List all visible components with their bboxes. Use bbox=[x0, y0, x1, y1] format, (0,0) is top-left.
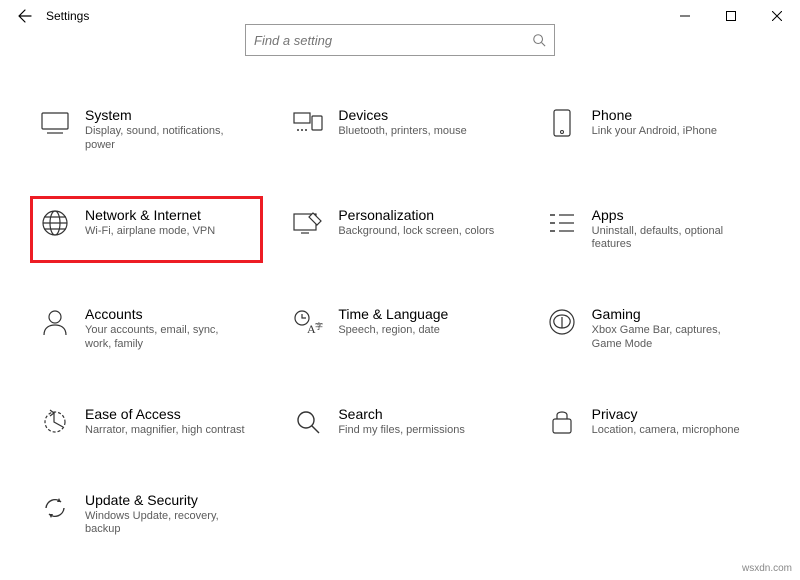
card-privacy[interactable]: Privacy Location, camera, microphone bbox=[537, 395, 770, 449]
back-arrow-icon bbox=[17, 8, 33, 24]
card-title: Privacy bbox=[592, 406, 740, 422]
card-desc: Display, sound, notifications, power bbox=[85, 125, 245, 153]
card-desc: Speech, region, date bbox=[338, 324, 448, 338]
card-title: Gaming bbox=[592, 306, 752, 322]
card-title: Devices bbox=[338, 107, 466, 123]
card-system[interactable]: System Display, sound, notifications, po… bbox=[30, 96, 263, 164]
card-personalization[interactable]: Personalization Background, lock screen,… bbox=[283, 196, 516, 264]
window-title: Settings bbox=[46, 9, 89, 23]
maximize-button[interactable] bbox=[708, 1, 754, 31]
update-security-icon bbox=[39, 492, 71, 524]
card-time-language[interactable]: A字 Time & Language Speech, region, date bbox=[283, 295, 516, 363]
card-desc: Xbox Game Bar, captures, Game Mode bbox=[592, 324, 752, 352]
gaming-icon bbox=[546, 306, 578, 338]
card-title: Apps bbox=[592, 207, 752, 223]
personalization-icon bbox=[292, 207, 324, 239]
card-title: Phone bbox=[592, 107, 717, 123]
watermark: wsxdn.com bbox=[742, 563, 792, 574]
card-desc: Wi-Fi, airplane mode, VPN bbox=[85, 225, 215, 239]
minimize-icon bbox=[680, 11, 690, 21]
close-icon bbox=[772, 11, 782, 21]
svg-text:字: 字 bbox=[315, 321, 323, 331]
card-title: Time & Language bbox=[338, 306, 448, 322]
card-title: Search bbox=[338, 406, 465, 422]
card-desc: Narrator, magnifier, high contrast bbox=[85, 424, 245, 438]
accounts-icon bbox=[39, 306, 71, 338]
card-gaming[interactable]: Gaming Xbox Game Bar, captures, Game Mod… bbox=[537, 295, 770, 363]
card-desc: Find my files, permissions bbox=[338, 424, 465, 438]
search-input[interactable] bbox=[254, 33, 532, 48]
card-title: Accounts bbox=[85, 306, 245, 322]
ease-of-access-icon bbox=[39, 406, 71, 438]
time-language-icon: A字 bbox=[292, 306, 324, 338]
card-accounts[interactable]: Accounts Your accounts, email, sync, wor… bbox=[30, 295, 263, 363]
minimize-button[interactable] bbox=[662, 1, 708, 31]
back-button[interactable] bbox=[10, 1, 40, 31]
window-controls bbox=[662, 1, 800, 31]
apps-icon bbox=[546, 207, 578, 239]
card-desc: Background, lock screen, colors bbox=[338, 225, 494, 239]
settings-grid: System Display, sound, notifications, po… bbox=[0, 56, 800, 558]
card-desc: Location, camera, microphone bbox=[592, 424, 740, 438]
card-update-security[interactable]: Update & Security Windows Update, recove… bbox=[30, 481, 263, 549]
phone-icon bbox=[546, 107, 578, 139]
card-desc: Your accounts, email, sync, work, family bbox=[85, 324, 245, 352]
privacy-icon bbox=[546, 406, 578, 438]
maximize-icon bbox=[726, 11, 736, 21]
system-icon bbox=[39, 107, 71, 139]
network-icon bbox=[39, 207, 71, 239]
card-network[interactable]: Network & Internet Wi-Fi, airplane mode,… bbox=[30, 196, 263, 264]
card-title: Personalization bbox=[338, 207, 494, 223]
close-button[interactable] bbox=[754, 1, 800, 31]
card-desc: Uninstall, defaults, optional features bbox=[592, 225, 752, 253]
card-devices[interactable]: Devices Bluetooth, printers, mouse bbox=[283, 96, 516, 164]
card-ease-of-access[interactable]: Ease of Access Narrator, magnifier, high… bbox=[30, 395, 263, 449]
card-title: System bbox=[85, 107, 245, 123]
card-apps[interactable]: Apps Uninstall, defaults, optional featu… bbox=[537, 196, 770, 264]
card-title: Update & Security bbox=[85, 492, 245, 508]
card-desc: Windows Update, recovery, backup bbox=[85, 510, 245, 538]
card-desc: Link your Android, iPhone bbox=[592, 125, 717, 139]
search-icon bbox=[532, 33, 546, 47]
card-desc: Bluetooth, printers, mouse bbox=[338, 125, 466, 139]
devices-icon bbox=[292, 107, 324, 139]
search-box[interactable] bbox=[245, 24, 555, 56]
card-phone[interactable]: Phone Link your Android, iPhone bbox=[537, 96, 770, 164]
card-title: Ease of Access bbox=[85, 406, 245, 422]
card-search[interactable]: Search Find my files, permissions bbox=[283, 395, 516, 449]
card-title: Network & Internet bbox=[85, 207, 215, 223]
search-card-icon bbox=[292, 406, 324, 438]
